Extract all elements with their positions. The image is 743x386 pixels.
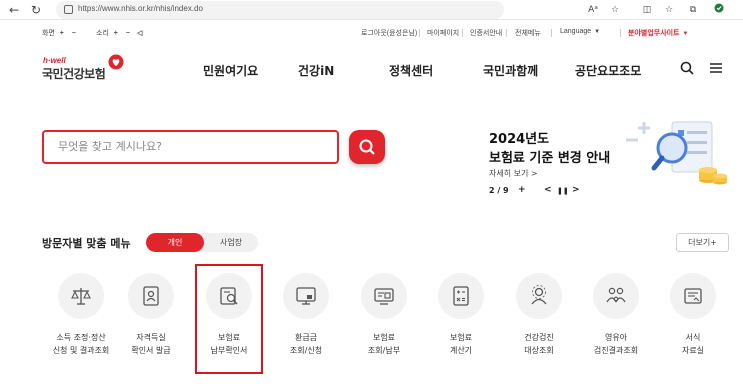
gnb-health-in[interactable]: 건강iN — [298, 62, 334, 79]
lock-icon — [64, 5, 73, 14]
address-bar[interactable]: https://www.nhis.or.kr/nhis/index.do — [56, 1, 504, 19]
logo-text[interactable]: 국민건강보험 — [42, 65, 106, 82]
collections-icon[interactable]: ⧉ — [686, 3, 700, 17]
banner-title-line2: 보험료 기준 변경 안내 — [489, 151, 611, 166]
heart-logo-icon — [108, 54, 124, 70]
screen-zoom-in-button[interactable]: + — [57, 30, 67, 37]
service-item-premium-calculator[interactable]: 보험료 계산기 — [422, 268, 500, 368]
screen-label: 화면 — [42, 30, 55, 37]
forms-icon — [670, 273, 716, 319]
search-field[interactable] — [42, 130, 339, 164]
logout-link[interactable]: 로그아웃(윤성은님) — [361, 28, 417, 38]
gnb-civil-service[interactable]: 민원여기요 — [203, 62, 258, 79]
divider — [551, 29, 552, 37]
bill-payment-icon — [361, 273, 407, 319]
related-sites-select[interactable]: 분야별업무사이트 ▼ — [628, 28, 688, 38]
gnb-policy-center[interactable]: 정책센터 — [389, 62, 433, 79]
monitor-refund-icon — [283, 273, 329, 319]
browser-toolbar: ← ↻ https://www.nhis.or.kr/nhis/index.do… — [0, 0, 743, 20]
search-icon[interactable] — [679, 60, 695, 76]
read-aloud-icon[interactable]: Aᵃ — [586, 3, 600, 17]
more-button[interactable]: 더보기+ — [676, 233, 729, 252]
refresh-icon[interactable]: ↻ — [28, 2, 44, 18]
caret-down-icon: ▼ — [594, 29, 601, 35]
health-check-person-icon — [516, 273, 562, 319]
service-item-qualification-certificate[interactable]: 자격득실 확인서 발급 — [112, 268, 190, 368]
hamburger-menu-icon[interactable] — [708, 60, 724, 76]
banner-more-link[interactable]: 자세히 보기 > — [489, 168, 538, 179]
search-input[interactable] — [58, 140, 318, 153]
divider — [506, 29, 507, 37]
calculator-icon — [438, 273, 484, 319]
family-icon — [593, 273, 639, 319]
service-item-forms-library[interactable]: 서식 자료실 — [654, 268, 732, 368]
banner-pause-button[interactable]: ❚❚ — [557, 187, 569, 195]
banner-title-line1: 2024년도 — [489, 132, 550, 147]
tab-business[interactable]: 사업장 — [204, 233, 258, 252]
sound-control: 소리 + − ◁ — [96, 28, 145, 38]
highlight-annotation-box — [195, 264, 263, 374]
scale-icon — [58, 273, 104, 319]
gnb-corporation[interactable]: 공단요모조모 — [575, 62, 641, 79]
language-label: Language — [560, 28, 592, 35]
certificate-link[interactable]: 인증서안내 — [470, 28, 502, 38]
sound-up-button[interactable]: + — [111, 30, 121, 37]
language-select[interactable]: Language ▼ — [560, 28, 600, 35]
tab-personal[interactable]: 개인 — [146, 233, 204, 252]
related-sites-label: 분야별업무사이트 — [628, 30, 680, 37]
banner-next-button[interactable]: > — [572, 185, 580, 195]
visitor-type-toggle: 개인 사업장 — [146, 233, 258, 252]
checklist-magnifier-illustration — [626, 121, 727, 185]
screen-zoom-out-button[interactable]: − — [69, 30, 79, 37]
extension-icon[interactable] — [712, 3, 726, 17]
visitor-menu-title: 방문자별 맞춤 메뉴 — [42, 237, 131, 250]
speaker-icon[interactable]: ◁ — [135, 29, 145, 37]
service-label-line2: 자료실 — [681, 346, 705, 355]
favorite-icon[interactable]: ☆ — [608, 3, 622, 17]
service-item-refund[interactable]: 환급금 조회/신청 — [267, 268, 345, 368]
search-button[interactable] — [349, 130, 385, 164]
banner-page-indicator: 2 / 9 — [489, 186, 509, 195]
all-menu-link[interactable]: 전체메뉴 — [515, 28, 541, 38]
sound-down-button[interactable]: − — [123, 30, 133, 37]
screen-zoom-control: 화면 + − — [42, 28, 79, 38]
split-icon[interactable]: ◫ — [640, 3, 654, 17]
banner-prev-button[interactable]: < — [544, 185, 552, 195]
mypage-link[interactable]: 마이페이지 — [427, 28, 459, 38]
divider — [620, 29, 621, 37]
service-label-line1: 서식 — [685, 333, 701, 342]
divider — [419, 29, 420, 37]
logo-tagline[interactable]: h·well — [43, 56, 66, 65]
divider — [462, 29, 463, 37]
url-text: https://www.nhis.or.kr/nhis/index.do — [78, 4, 203, 13]
sound-label: 소리 — [96, 30, 109, 37]
gnb-with-people[interactable]: 국민과함께 — [483, 62, 538, 79]
banner-add-button[interactable]: + — [518, 185, 526, 195]
back-icon[interactable]: ← — [6, 2, 22, 18]
certificate-person-icon — [128, 273, 174, 319]
search-icon — [359, 139, 375, 155]
favorites-bar-icon[interactable]: ☆ — [662, 3, 676, 17]
caret-down-icon: ▼ — [682, 31, 689, 37]
